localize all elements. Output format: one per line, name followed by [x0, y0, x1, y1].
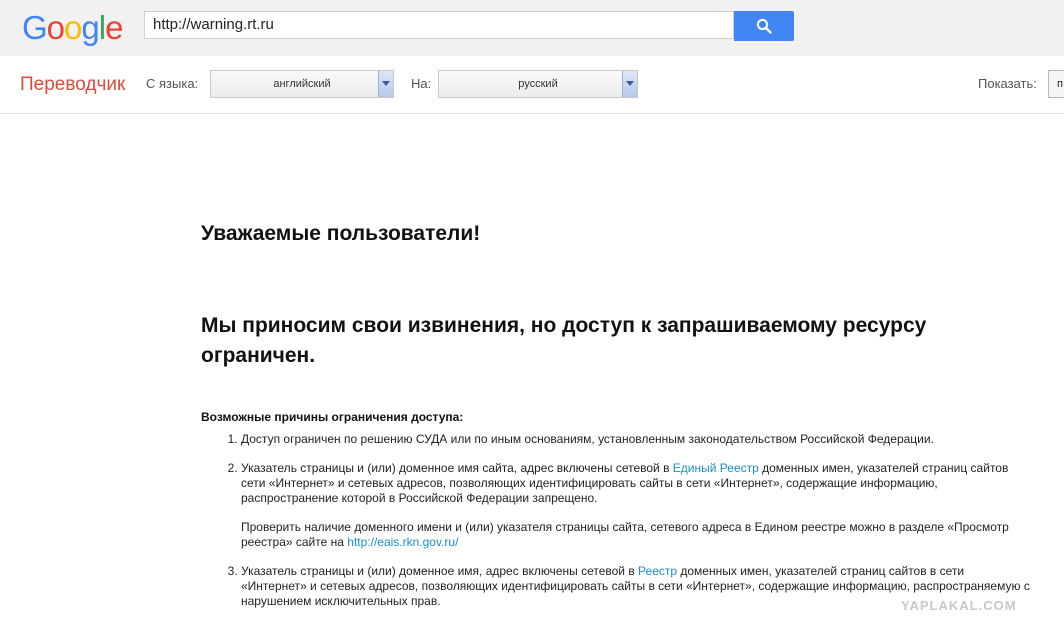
reason-text: Указатель страницы и (или) доменное имя,… — [241, 564, 639, 578]
translator-brand[interactable]: Переводчик — [20, 74, 125, 96]
from-language-select[interactable]: английский — [210, 70, 394, 98]
url-input[interactable]: http://warning.rt.ru — [144, 11, 734, 39]
reason-text: Указатель страницы и (или) доменное имя … — [241, 461, 673, 475]
registry-link[interactable]: Реестр — [638, 564, 677, 578]
show-label: Показать: — [978, 76, 1037, 91]
logo-letter: e — [105, 9, 123, 46]
site-watermark: YAPLAKAL.COM — [901, 598, 1017, 613]
logo-letter: o — [46, 9, 65, 46]
greeting-heading: Уважаемые пользователи! — [201, 222, 481, 245]
unified-registry-link[interactable]: Единый Реестр — [673, 461, 759, 475]
reasons-title: Возможные причины ограничения доступа: — [201, 410, 464, 424]
logo-letter: g — [81, 9, 99, 46]
from-language-value: английский — [273, 78, 331, 90]
top-bar: Google http://warning.rt.ru — [0, 0, 1064, 56]
to-language-select[interactable]: русский — [438, 70, 638, 98]
google-logo[interactable]: Google — [22, 9, 123, 47]
to-language-value: русский — [518, 78, 558, 90]
registry-check-note: Проверить наличие доменного имени и (или… — [241, 520, 1031, 550]
eais-link[interactable]: http://eais.rkn.gov.ru/ — [347, 535, 458, 549]
page-content: Уважаемые пользователи! Мы приносим свои… — [0, 114, 1064, 636]
translate-bar: Переводчик С языка: английский На: русск… — [0, 56, 1064, 114]
from-language-label: С языка: — [146, 76, 199, 91]
list-item: Указатель страницы и (или) доменное имя … — [241, 461, 1031, 550]
list-item: Доступ ограничен по решению СУДА или по … — [241, 432, 1031, 447]
search-icon — [756, 18, 772, 34]
reasons-list: Доступ ограничен по решению СУДА или по … — [201, 432, 1031, 623]
access-restricted-heading: Мы приносим свои извинения, но доступ к … — [201, 314, 927, 367]
logo-letter: G — [22, 9, 48, 46]
chevron-down-icon — [622, 71, 637, 97]
search-button[interactable] — [734, 11, 794, 41]
to-language-label: На: — [411, 76, 432, 91]
chevron-down-icon — [378, 71, 393, 97]
show-original-button[interactable]: п — [1048, 70, 1064, 98]
reason-text: Доступ ограничен по решению СУДА или по … — [241, 432, 934, 446]
logo-letter: o — [64, 9, 82, 46]
